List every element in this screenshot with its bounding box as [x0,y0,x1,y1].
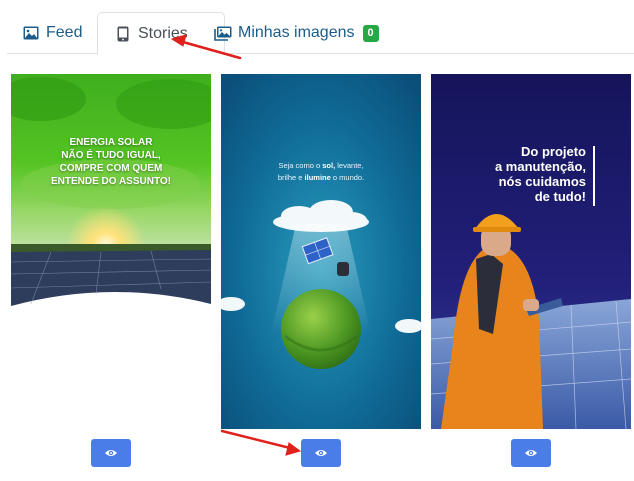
story-2-text-c: levante, [337,161,364,170]
story-2-text-f: o mundo. [332,173,365,182]
story-3-accent-bar [593,146,595,206]
story-image-3[interactable]: Do projeto a manutenção, nós cuidamos de… [431,74,631,429]
story-image-2[interactable]: Seja como o sol, levante, brilhe e ilumi… [221,74,421,429]
mobile-icon [114,25,132,43]
view-button-3[interactable] [511,439,551,467]
annotation-arrow-view [220,429,292,450]
story-image-1[interactable]: ENERGIA SOLAR NÃO É TUDO IGUAL, COMPRE C… [11,74,211,429]
tab-feed-label: Feed [46,24,83,41]
annotation-arrowhead-view [285,442,302,456]
tab-minhas-imagens[interactable]: Minhas imagens 0 [214,12,389,54]
tab-stories-label: Stories [138,24,188,42]
story-1-caption-text: ENERGIA SOLAR NÃO É TUDO IGUAL, COMPRE C… [50,137,171,187]
images-icon [214,24,232,42]
story-2-text-e: ilumine [304,173,331,182]
story-2-caption-line-1: Seja como o sol, levante, [221,160,421,172]
story-2-text-a: Seja como o [278,161,321,170]
image-icon [22,24,40,42]
story-image-3-graphic [431,74,631,429]
tab-bar: Feed Stories Minhas imagens 0 [7,12,634,55]
story-2-text-d: brilhe e [277,173,303,182]
story-image-1-graphic [11,74,211,306]
tab-minhas-imagens-label: Minhas imagens [238,24,355,41]
view-button-2[interactable] [301,439,341,467]
story-1-caption: ENERGIA SOLAR NÃO É TUDO IGUAL, COMPRE C… [11,136,211,188]
story-3-caption-text: Do projeto a manutenção, nós cuidamos de… [494,144,586,204]
eye-icon [105,450,117,456]
story-image-2-graphic [221,74,421,429]
count-badge: 0 [362,24,379,42]
story-2-text-b: sol, [322,161,336,170]
eye-icon [525,450,537,456]
story-3-caption: Do projeto a manutenção, nós cuidamos de… [466,144,586,204]
story-2-caption-line-2: brilhe e ilumine o mundo. [221,172,421,184]
tab-stories[interactable]: Stories [97,12,225,55]
tab-feed[interactable]: Feed [7,12,92,54]
eye-icon [315,450,327,456]
view-button-1[interactable] [91,439,131,467]
story-2-caption: Seja como o sol, levante, brilhe e ilumi… [221,160,421,184]
